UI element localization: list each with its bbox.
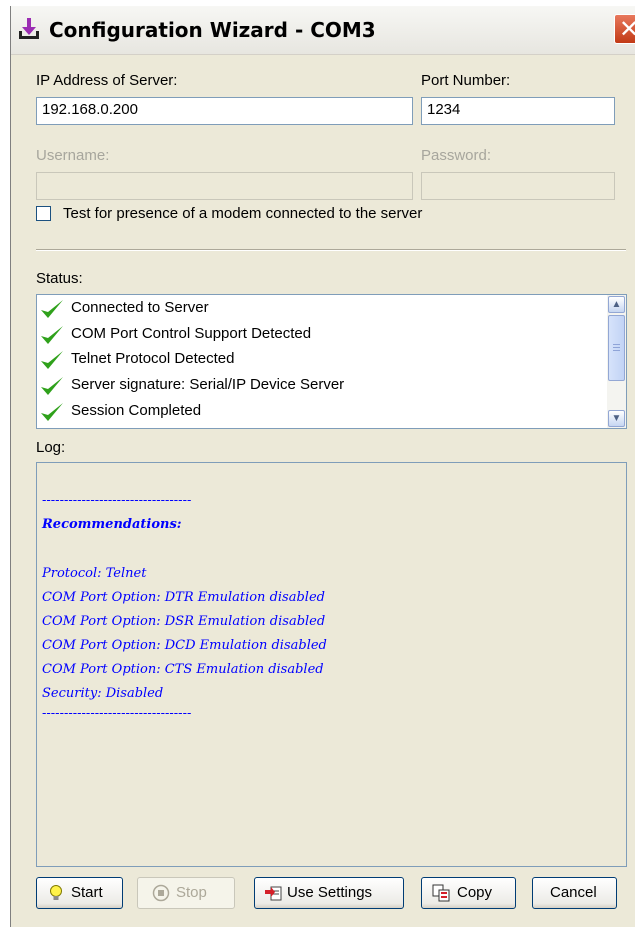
start-button[interactable]: Start bbox=[36, 877, 123, 909]
status-label: Status: bbox=[36, 270, 83, 287]
log-line: ---------------------------------- bbox=[42, 493, 192, 508]
modem-test-checkbox[interactable] bbox=[36, 206, 51, 221]
copy-icon bbox=[432, 884, 450, 902]
cancel-label: Cancel bbox=[550, 884, 597, 901]
status-item-text: Telnet Protocol Detected bbox=[71, 350, 235, 367]
chevron-down-icon: ▼ bbox=[611, 413, 622, 424]
cancel-button[interactable]: Cancel bbox=[532, 877, 617, 909]
modem-test-label[interactable]: Test for presence of a modem connected t… bbox=[63, 205, 422, 222]
log-line: ---------------------------------- bbox=[42, 706, 192, 721]
ip-address-label: IP Address of Server: bbox=[36, 72, 178, 89]
use-settings-label: Use Settings bbox=[287, 884, 373, 901]
chevron-up-icon: ▲ bbox=[611, 299, 622, 310]
log-line: COM Port Option: DCD Emulation disabled bbox=[42, 638, 327, 653]
checkmark-icon bbox=[41, 326, 63, 344]
status-item-text: Session Completed bbox=[71, 402, 202, 419]
status-item-text: Server signature: Serial/IP Device Serve… bbox=[71, 376, 345, 393]
lightbulb-icon bbox=[50, 885, 62, 900]
password-field bbox=[421, 172, 615, 200]
username-label: Username: bbox=[36, 147, 110, 164]
log-line: COM Port Option: DSR Emulation disabled bbox=[42, 614, 326, 629]
status-item-text: Connected to Server bbox=[71, 299, 209, 316]
apply-settings-icon bbox=[265, 886, 282, 901]
ip-address-field[interactable]: 192.168.0.200 bbox=[36, 97, 413, 125]
stop-button: Stop bbox=[137, 877, 235, 909]
title-bar[interactable]: Configuration Wizard - COM3 ✕ bbox=[11, 6, 635, 55]
copy-label: Copy bbox=[457, 884, 493, 901]
password-label: Password: bbox=[421, 147, 492, 164]
checkmark-icon bbox=[41, 377, 63, 395]
divider bbox=[36, 249, 626, 251]
scroll-up-button[interactable]: ▲ bbox=[608, 296, 625, 313]
scroll-down-button[interactable]: ▼ bbox=[608, 410, 625, 427]
copy-button[interactable]: Copy bbox=[421, 877, 516, 909]
log-line: Protocol: Telnet bbox=[42, 566, 147, 581]
checkmark-icon bbox=[41, 300, 63, 318]
status-item-text: COM Port Control Support Detected bbox=[71, 325, 312, 342]
checkmark-icon bbox=[41, 351, 63, 369]
scroll-thumb[interactable] bbox=[608, 315, 625, 381]
log-line: Recommendations: bbox=[42, 517, 182, 532]
stop-icon bbox=[152, 884, 170, 902]
port-number-label: Port Number: bbox=[421, 72, 511, 89]
configuration-wizard-window: Configuration Wizard - COM3 ✕ IP Address… bbox=[10, 6, 635, 927]
log-line: COM Port Option: CTS Emulation disabled bbox=[42, 662, 324, 677]
start-label: Start bbox=[71, 884, 103, 901]
window-title: Configuration Wizard - COM3 bbox=[49, 18, 376, 42]
log-label: Log: bbox=[36, 439, 66, 456]
port-number-field[interactable]: 1234 bbox=[421, 97, 615, 125]
log-line: COM Port Option: DTR Emulation disabled bbox=[42, 590, 325, 605]
log-area[interactable]: ---------------------------------- Recom… bbox=[36, 462, 627, 867]
use-settings-button[interactable]: Use Settings bbox=[254, 877, 404, 909]
username-field bbox=[36, 172, 413, 200]
status-list[interactable]: Connected to Server COM Port Control Sup… bbox=[36, 294, 627, 429]
download-arrow-icon bbox=[19, 18, 39, 39]
close-icon: ✕ bbox=[619, 15, 635, 43]
log-line: Security: Disabled bbox=[42, 686, 164, 701]
status-scrollbar[interactable]: ▲ ▼ bbox=[607, 295, 626, 428]
stop-label: Stop bbox=[176, 884, 207, 901]
checkmark-icon bbox=[41, 403, 63, 421]
close-button[interactable]: ✕ bbox=[614, 14, 635, 44]
